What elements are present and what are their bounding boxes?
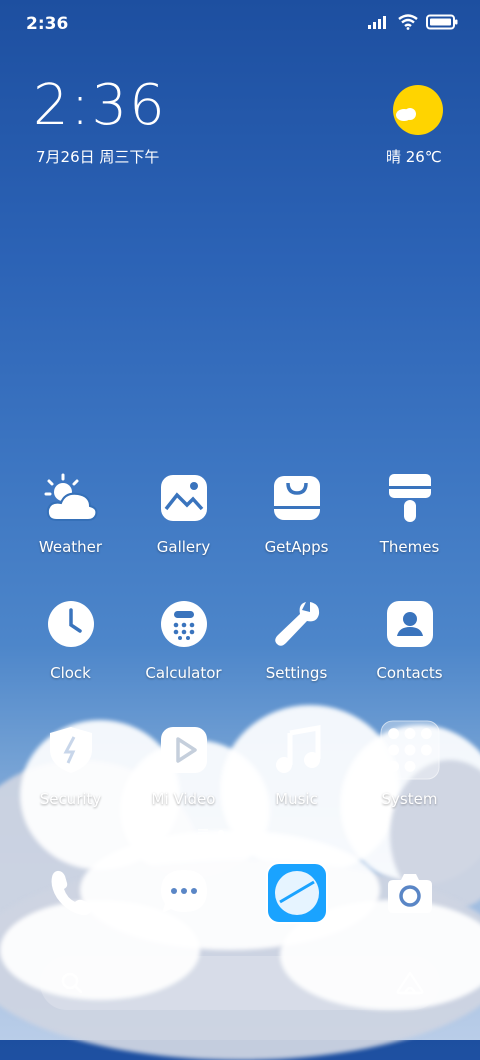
- app-label: Security: [39, 790, 102, 808]
- gallery-icon: [160, 475, 207, 521]
- app-security[interactable]: Security: [14, 720, 127, 814]
- widget-clock[interactable]: 2:36: [33, 78, 167, 134]
- clock-icon: [47, 601, 94, 647]
- settings-icon: [274, 602, 319, 646]
- app-mi-video[interactable]: Mi Video: [127, 720, 240, 814]
- app-getapps[interactable]: GetApps: [240, 468, 353, 562]
- signal-icon: [368, 16, 386, 29]
- mi-video-icon: [160, 727, 207, 773]
- camera-icon: [387, 874, 432, 913]
- sun-icon[interactable]: [392, 84, 444, 136]
- dock-browser[interactable]: [265, 862, 328, 924]
- dock-messaging[interactable]: [153, 862, 215, 924]
- system-folder-icon: [379, 720, 440, 780]
- folder-system[interactable]: System: [353, 720, 466, 814]
- app-weather[interactable]: Weather: [14, 468, 127, 562]
- app-calculator[interactable]: Calculator: [127, 594, 240, 688]
- app-music[interactable]: Music: [240, 720, 353, 814]
- app-settings[interactable]: Settings: [240, 594, 353, 688]
- assistant-icon[interactable]: [396, 971, 424, 995]
- app-label: Settings: [265, 664, 328, 682]
- contacts-icon: [386, 601, 433, 647]
- page-dot-active: [218, 830, 224, 836]
- app-label: Music: [275, 790, 318, 808]
- app-label: Gallery: [156, 538, 211, 556]
- themes-icon: [388, 474, 431, 522]
- calculator-icon: [160, 601, 207, 647]
- messaging-icon: [160, 870, 207, 913]
- app-label: Calculator: [145, 664, 222, 682]
- menu-lines-icon: [198, 829, 208, 837]
- app-gallery[interactable]: Gallery: [127, 468, 240, 562]
- widget-date: 7月26日 周三下午: [36, 148, 160, 166]
- search-bar[interactable]: [40, 956, 440, 1010]
- app-grid: Weather Gallery GetApps Themes Clock Cal…: [14, 468, 466, 814]
- browser-icon: [265, 862, 328, 924]
- widget-weather: 晴 26℃: [386, 148, 442, 166]
- page-indicator[interactable]: [198, 829, 240, 837]
- dock-phone[interactable]: [40, 862, 102, 924]
- security-icon: [49, 727, 92, 773]
- app-label: GetApps: [264, 538, 329, 556]
- app-themes[interactable]: Themes: [353, 468, 466, 562]
- search-icon: [61, 972, 83, 994]
- weather-icon: [44, 473, 97, 521]
- app-label: Contacts: [376, 664, 443, 682]
- app-label: Clock: [50, 664, 91, 682]
- status-bar: 2:36: [0, 0, 480, 48]
- app-label: Themes: [379, 538, 440, 556]
- app-contacts[interactable]: Contacts: [353, 594, 466, 688]
- app-label: System: [381, 790, 438, 808]
- app-clock[interactable]: Clock: [14, 594, 127, 688]
- app-label: Mi Video: [151, 790, 216, 808]
- phone-icon: [51, 870, 93, 916]
- page-dot: [234, 830, 240, 836]
- wifi-icon: [398, 14, 418, 30]
- music-icon: [275, 725, 320, 773]
- status-time: 2:36: [26, 14, 69, 34]
- battery-icon: [426, 14, 458, 30]
- dock-camera[interactable]: [379, 862, 441, 924]
- app-label: Weather: [38, 538, 103, 556]
- getapps-icon: [273, 476, 320, 520]
- dock: [14, 862, 466, 924]
